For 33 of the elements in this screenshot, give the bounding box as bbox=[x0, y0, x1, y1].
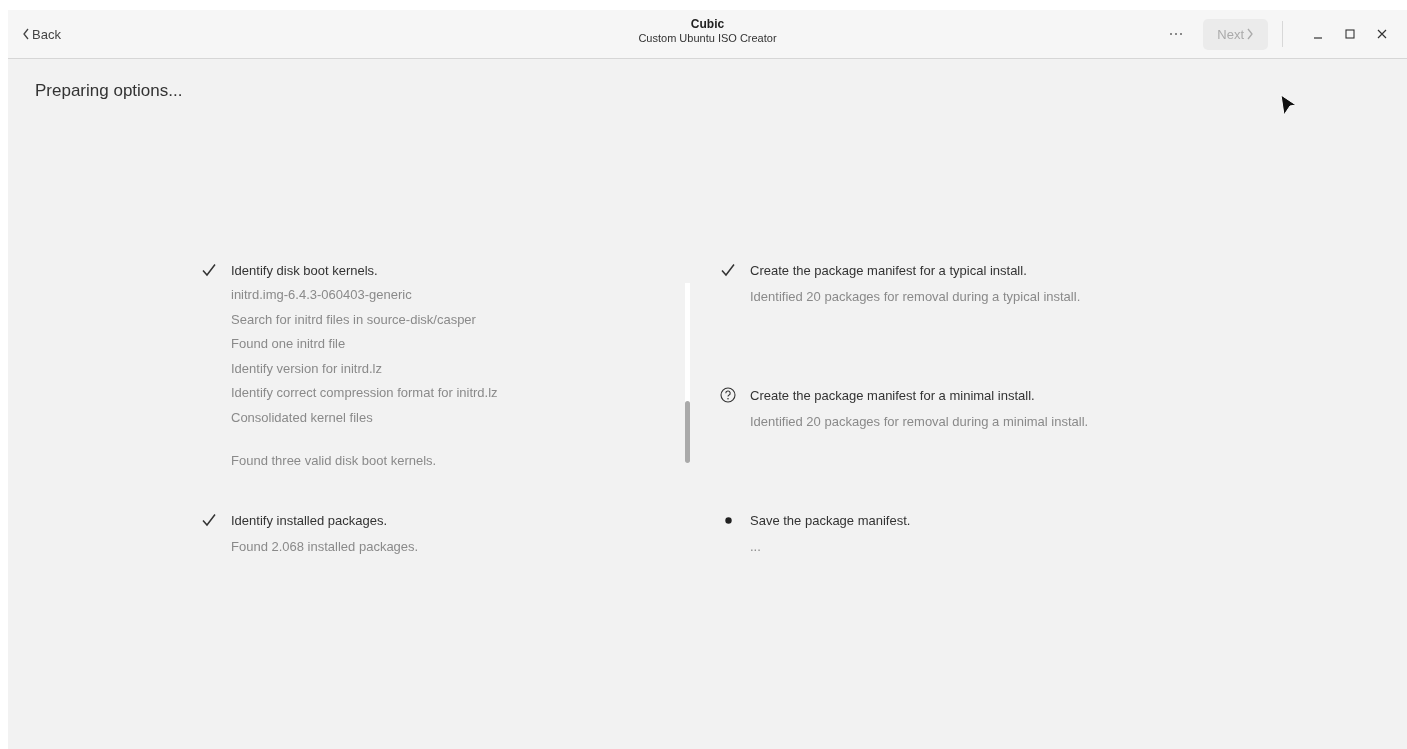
log-line: initrd.img-6.4.3-060403-generic bbox=[231, 286, 413, 304]
log-line: Identify version for initrd.lz bbox=[231, 359, 383, 378]
dots-icon bbox=[1169, 32, 1184, 36]
checkmark-icon bbox=[201, 262, 217, 278]
close-icon bbox=[1377, 29, 1387, 39]
log-line: Identify correct compression format for initrd.lz bbox=[231, 384, 499, 403]
window-title: Cubic bbox=[690, 17, 725, 31]
task-title: Save the package manifest. bbox=[750, 512, 911, 528]
window-subtitle: Custom Ubuntu ISO Creator bbox=[638, 32, 777, 44]
task-title: Identify installed packages. bbox=[231, 512, 388, 528]
task-result: Found three valid disk boot kernels. bbox=[231, 451, 438, 470]
task-result: Identified 20 packages for removal during a minimal install. bbox=[750, 414, 1090, 429]
chevron-left-icon bbox=[22, 28, 29, 40]
scrollbar[interactable] bbox=[685, 283, 690, 463]
task-result: ... bbox=[750, 539, 762, 554]
minimize-icon bbox=[1313, 37, 1323, 39]
checkmark-icon bbox=[201, 512, 217, 528]
back-button[interactable]: Back bbox=[16, 20, 67, 48]
chevron-right-icon bbox=[1247, 28, 1254, 40]
scrollbar-thumb[interactable] bbox=[685, 401, 690, 463]
log-line: Search for initrd files in source-disk/casper bbox=[231, 310, 477, 329]
log-line: Found one initrd file bbox=[231, 335, 347, 354]
page-heading: Preparing options... bbox=[35, 81, 184, 101]
task-result: Identified 20 packages for removal during a typical install. bbox=[750, 289, 1082, 304]
log-line: Consolidated kernel files bbox=[231, 408, 374, 427]
task-title: Identify disk boot kernels. bbox=[231, 262, 378, 278]
bullet-icon bbox=[724, 516, 732, 524]
question-icon bbox=[720, 387, 736, 403]
task-title: Create the package manifest for a minimal install. bbox=[750, 387, 1035, 403]
maximize-icon bbox=[1345, 29, 1355, 39]
task-title: Create the package manifest for a typical install. bbox=[750, 262, 1027, 278]
task-result: Found 2.068 installed packages. bbox=[231, 539, 420, 554]
checkmark-icon bbox=[720, 262, 736, 278]
